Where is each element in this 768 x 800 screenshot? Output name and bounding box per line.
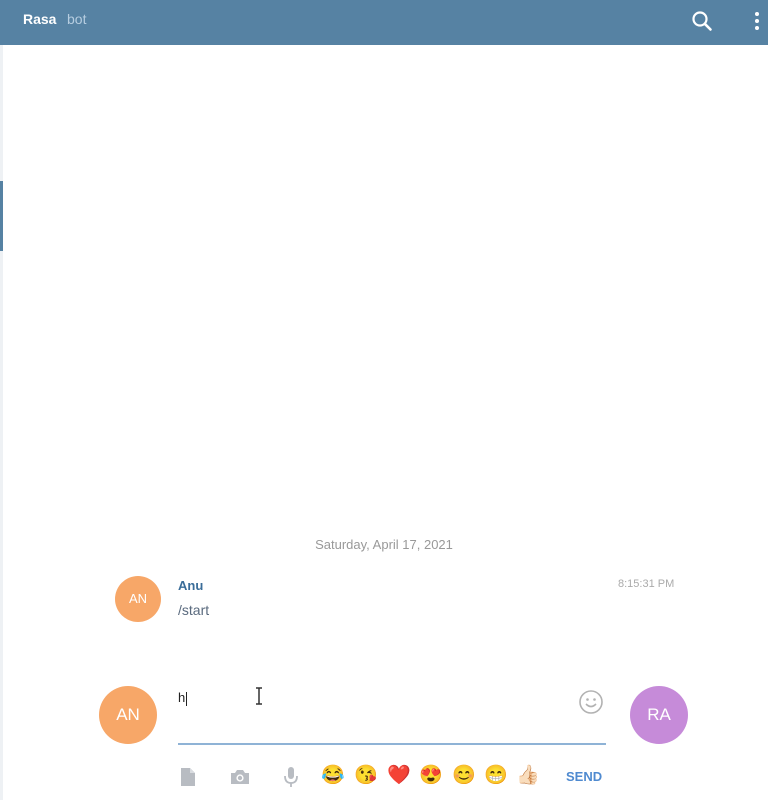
chat-subtitle: bot — [67, 11, 87, 27]
search-icon[interactable] — [690, 9, 714, 33]
more-menu-icon[interactable] — [750, 9, 764, 33]
microphone-icon[interactable] — [280, 766, 302, 788]
emoji-joy[interactable]: 😂 — [321, 765, 345, 787]
message-time: 8:15:31 PM — [618, 578, 675, 590]
send-button[interactable]: SEND — [566, 769, 602, 784]
ibeam-cursor-icon — [256, 687, 262, 705]
file-icon[interactable] — [177, 766, 199, 788]
message-input-value: h — [178, 690, 186, 705]
emoji-heart[interactable]: ❤️ — [387, 765, 411, 787]
text-caret — [186, 691, 188, 706]
emoji-grin[interactable]: 😁 — [484, 765, 508, 787]
emoji-kissing-heart[interactable]: 😘 — [354, 765, 378, 787]
emoji-heart-eyes[interactable]: 😍 — [419, 765, 443, 787]
emoji-thumbs-up[interactable]: 👍🏻 — [516, 765, 540, 787]
chat-title[interactable]: Rasa — [23, 11, 56, 27]
message-text: /start — [178, 602, 210, 618]
emoji-blush[interactable]: 😊 — [452, 765, 476, 787]
date-divider: Saturday, April 17, 2021 — [315, 537, 453, 552]
peer-avatar[interactable]: RA — [630, 686, 688, 744]
message-input[interactable]: h — [178, 686, 568, 714]
chat-header: Rasa bot — [0, 0, 768, 45]
input-underline — [178, 743, 606, 745]
camera-icon[interactable] — [229, 766, 251, 788]
emoji-smile-icon[interactable] — [578, 689, 604, 715]
message-author[interactable]: Anu — [178, 578, 203, 593]
avatar[interactable]: AN — [115, 576, 161, 622]
self-avatar[interactable]: AN — [99, 686, 157, 744]
